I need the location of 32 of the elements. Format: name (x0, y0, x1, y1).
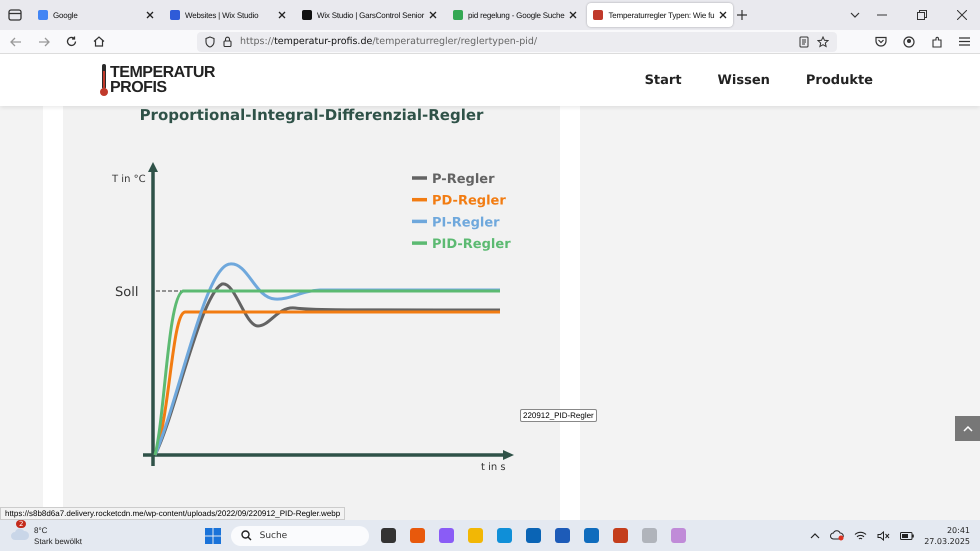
nav-link[interactable]: Wissen (718, 72, 770, 88)
clock-time: 20:41 (946, 524, 970, 536)
axis-label: t in s (481, 462, 506, 473)
temperature: 8°C (34, 524, 48, 536)
browser-tab[interactable]: pid regelung - Google Suche (447, 3, 584, 27)
logo-text: TEMPERATUR (110, 65, 215, 80)
tab-title: Google (53, 10, 79, 20)
nav-link[interactable]: Produkte (806, 72, 873, 88)
nav-link[interactable]: Start (644, 72, 682, 88)
browser-tab[interactable]: Temperaturregler Typen: Wie fu (587, 3, 734, 27)
status-url: https://s8b8d6a7.delivery.rocketcdn.me/wp-content/uploads/2022/09/220912_PID-Regler.webp (0, 507, 346, 520)
axis-label: T in °C (112, 174, 146, 185)
url-text: https://temperatur-profis.de/temperaturregler/reglertypen-pid/ (240, 36, 538, 47)
address-bar[interactable]: https://temperatur-profis.de/temperaturregler/reglertypen-pid/ (197, 32, 837, 52)
legend-label: PD-Regler (432, 194, 506, 209)
browser-tab[interactable]: Websites | Wix Studio (164, 3, 292, 27)
weather-text: Stark bewölkt (34, 536, 82, 546)
tab-title: Temperaturregler Typen: Wie fu (608, 10, 714, 20)
tab-title: pid regelung - Google Suche (468, 10, 564, 20)
logo-text: PROFIS (110, 80, 168, 95)
setpoint-label: Soll (115, 285, 138, 300)
figure-title: Proportional-Integral-Differenzial-Regler (140, 106, 484, 124)
legend-label: PI-Regler (432, 215, 500, 230)
clock-date: 27.03.2025 (924, 536, 970, 546)
legend-label: P-Regler (432, 172, 495, 187)
browser-tab[interactable]: Wix Studio | GarsControl Senior (296, 3, 444, 27)
legend-label: PID-Regler (432, 237, 511, 252)
browser-tab[interactable]: Google (32, 3, 160, 27)
search-field[interactable]: Suche (230, 526, 369, 546)
tab-title: Wix Studio | GarsControl Senior (317, 10, 424, 20)
tooltip: 220912_PID-Regler (520, 409, 597, 422)
tab-title: Websites | Wix Studio (185, 10, 260, 20)
